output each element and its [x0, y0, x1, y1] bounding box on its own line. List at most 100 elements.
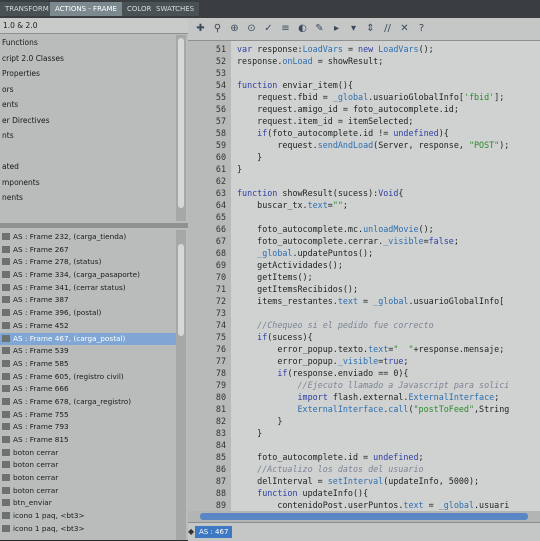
editor-horizontal-scrollbar[interactable]: [188, 511, 540, 522]
code-line[interactable]: 85 foto_autocomplete.id = undefined;: [188, 451, 540, 464]
script-navigator-item[interactable]: AS : Frame 278, (status): [0, 256, 176, 269]
script-navigator-item[interactable]: AS : Frame 678, (carga_registro): [0, 396, 176, 409]
script-navigator-item[interactable]: boton cerrar: [0, 447, 176, 460]
script-navigator-item[interactable]: boton cerrar: [0, 485, 176, 498]
comment-icon[interactable]: //: [381, 22, 394, 35]
script-navigator-item[interactable]: boton cerrar: [0, 472, 176, 485]
actions-tree-item[interactable]: nts: [0, 128, 176, 144]
actions-tree-scrollbar[interactable]: [176, 35, 186, 221]
script-navigator-item[interactable]: icono 1 paq, <bt3>: [0, 510, 176, 523]
collapse-all-icon[interactable]: ⇕: [364, 22, 377, 35]
script-navigator-item[interactable]: AS : Frame 539: [0, 345, 176, 358]
actions-tree-item[interactable]: nents: [0, 190, 176, 206]
scroll-thumb[interactable]: [178, 38, 184, 208]
code-line[interactable]: 56 request.amigo_id = foto_autocomplete.…: [188, 103, 540, 116]
code-line[interactable]: 58 if(foto_autocomplete.id != undefined)…: [188, 127, 540, 140]
actions-tree-item[interactable]: [0, 144, 176, 160]
actions-tree-item[interactable]: Properties: [0, 66, 176, 82]
script-navigator-item[interactable]: icono 1 paq, <bt3>: [0, 523, 176, 536]
expand-icon[interactable]: ▾: [347, 22, 360, 35]
code-line[interactable]: 62: [188, 175, 540, 188]
code-line[interactable]: 66 foto_autocomplete.mc.unloadMovie();: [188, 223, 540, 236]
uncomment-icon[interactable]: ✕: [398, 22, 411, 35]
script-navigator-item[interactable]: btn_enviar: [0, 497, 176, 510]
actions-tree-item[interactable]: cript 2.0 Classes: [0, 51, 176, 67]
script-navigator-item[interactable]: AS : Frame 232, (carga_tienda): [0, 231, 176, 244]
script-navigator-item[interactable]: AS : Frame 467, (carga_postal): [0, 332, 176, 346]
code-line[interactable]: 89 contenidoPost.userPuntos.text = _glob…: [188, 499, 540, 512]
script-navigator-item[interactable]: AS : Frame 267: [0, 244, 176, 257]
script-navigator-item[interactable]: AS : Frame 666: [0, 383, 176, 396]
code-line[interactable]: 84: [188, 439, 540, 452]
code-line[interactable]: 83 }: [188, 427, 540, 440]
code-line[interactable]: 65: [188, 211, 540, 224]
code-line[interactable]: 79 //Ejecuto llamado a Javascript para s…: [188, 379, 540, 392]
code-line[interactable]: 52 response.onLoad = showResult;: [188, 55, 540, 68]
code-line[interactable]: 57 request.item_id = itemSelected;: [188, 115, 540, 128]
actions-tree-item[interactable]: ents: [0, 97, 176, 113]
code-line[interactable]: 82 }: [188, 415, 540, 428]
scroll-thumb[interactable]: [200, 513, 528, 520]
script-navigator-item[interactable]: boton cerrar: [0, 459, 176, 472]
code-hint-icon[interactable]: ◐: [296, 22, 309, 35]
code-line[interactable]: 54 function enviar_item(){: [188, 79, 540, 92]
actions-tree-item[interactable]: mponents: [0, 175, 176, 191]
script-navigator-item[interactable]: AS : Frame 334, (carga_pasaporte): [0, 269, 176, 282]
script-navigator-item[interactable]: AS : Frame 815: [0, 434, 176, 447]
script-tab-active[interactable]: AS : 467: [195, 526, 233, 538]
code-line[interactable]: 63 function showResult(sucess):Void{: [188, 187, 540, 200]
code-line[interactable]: 74 //Chequeo si el pedido fue correcto: [188, 319, 540, 332]
script-navigator-item[interactable]: AS : Frame 341, (cerrar status): [0, 282, 176, 295]
code-line[interactable]: 72 items_restantes.text = _global.usuari…: [188, 295, 540, 308]
find-icon[interactable]: ⚲: [211, 22, 224, 35]
code-line[interactable]: 71 getItemsRecibidos();: [188, 283, 540, 296]
code-line[interactable]: 73: [188, 307, 540, 320]
script-navigator-item[interactable]: AS : Frame 387: [0, 294, 176, 307]
collapse-icon[interactable]: ▸: [330, 22, 343, 35]
script-navigator-item[interactable]: AS : Frame 755: [0, 409, 176, 422]
code-line[interactable]: 77 error_popup._visible=true;: [188, 355, 540, 368]
code-line[interactable]: 81 ExternalInterface.call("postToFeed",S…: [188, 403, 540, 416]
code-line[interactable]: 53: [188, 67, 540, 80]
script-navigator-item[interactable]: AS : Frame 793: [0, 421, 176, 434]
script-navigator-scrollbar[interactable]: [176, 230, 186, 540]
code-editor[interactable]: 51 var response:LoadVars = new LoadVars()…: [188, 41, 540, 511]
code-line[interactable]: 61}: [188, 163, 540, 176]
script-navigator-item[interactable]: AS : Frame 452: [0, 320, 176, 333]
code-line[interactable]: 55 request.fbid = _global.usuarioGlobalI…: [188, 91, 540, 104]
actions-tree-item[interactable]: ated: [0, 159, 176, 175]
code-line[interactable]: 64 buscar_tx.text="";: [188, 199, 540, 212]
debug-icon[interactable]: ✎: [313, 22, 326, 35]
code-line[interactable]: 70 getItems();: [188, 271, 540, 284]
code-line[interactable]: 76 error_popup.texto.text=" "+response.m…: [188, 343, 540, 356]
check-syntax-icon[interactable]: ✓: [262, 22, 275, 35]
help-icon[interactable]: ?: [415, 22, 428, 35]
replace-icon[interactable]: ⊕: [228, 22, 241, 35]
script-navigator-item[interactable]: AS : Frame 605, (registro civil): [0, 371, 176, 384]
code-line[interactable]: 51 var response:LoadVars = new LoadVars()…: [188, 43, 540, 56]
tab-swatches[interactable]: SWATCHES: [151, 2, 200, 16]
code-line[interactable]: 78 if(response.enviado == 0){: [188, 367, 540, 380]
script-navigator-item[interactable]: AS : Frame 396, (postal): [0, 307, 176, 320]
code-line[interactable]: 68 _global.updatePuntos();: [188, 247, 540, 260]
script-navigator-item[interactable]: AS : Frame 585: [0, 358, 176, 371]
code-line[interactable]: 80 import flash.external.ExternalInterfa…: [188, 391, 540, 404]
code-line[interactable]: 87 delInterval = setInterval(updateInfo,…: [188, 475, 540, 488]
code-line[interactable]: 59 request.sendAndLoad(Server, response,…: [188, 139, 540, 152]
code-line[interactable]: 67 foto_autocomplete.cerrar._visible=fal…: [188, 235, 540, 248]
code-line[interactable]: 86 //Actualizo los datos del usuario: [188, 463, 540, 476]
actions-tree-item[interactable]: Functions: [0, 35, 176, 51]
actions-tree-item[interactable]: er Directives: [0, 113, 176, 129]
pin-icon[interactable]: ◆: [188, 526, 195, 538]
panel-splitter[interactable]: [0, 223, 188, 228]
actions-tree-item[interactable]: ors: [0, 82, 176, 98]
scroll-thumb[interactable]: [178, 244, 184, 336]
code-line[interactable]: 75 if(sucess){: [188, 331, 540, 344]
actionscript-version-select[interactable]: 1.0 & 2.0: [0, 18, 188, 34]
add-script-icon[interactable]: ✚: [194, 22, 207, 35]
code-line[interactable]: 88 function updateInfo(){: [188, 487, 540, 500]
code-line[interactable]: 60 }: [188, 151, 540, 164]
target-icon[interactable]: ⊙: [245, 22, 258, 35]
auto-format-icon[interactable]: ≡: [279, 22, 292, 35]
code-line[interactable]: 69 getActividades();: [188, 259, 540, 272]
